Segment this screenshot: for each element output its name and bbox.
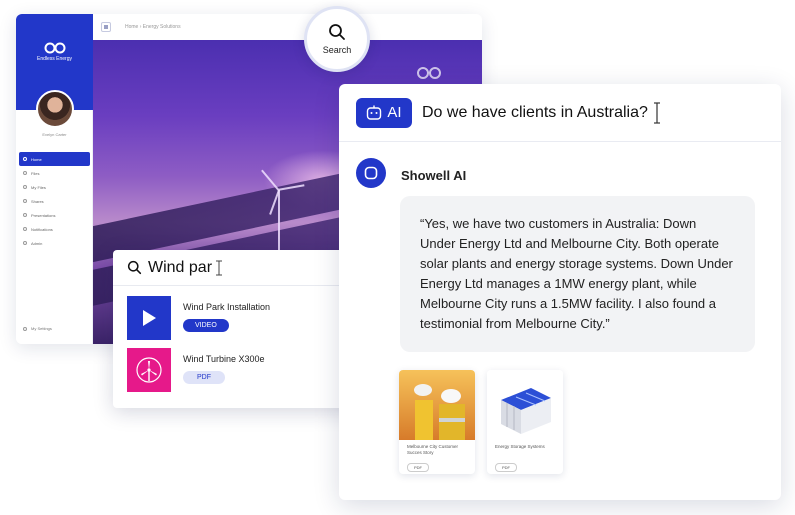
result-title: Wind Park Installation [183, 302, 271, 312]
robot-icon [367, 105, 382, 120]
sidebar-item-home[interactable]: Home [19, 152, 90, 166]
document-title: Melbourne City Customer Succes Story [407, 444, 459, 455]
sidebar-item-settings[interactable]: My Settings [23, 326, 52, 331]
sidebar-item-label: Admin [31, 240, 43, 246]
search-icon [127, 260, 142, 275]
play-icon [143, 310, 156, 326]
sidebar-item-label: Files [31, 170, 40, 176]
result-type-badge: PDF [183, 371, 225, 384]
breadcrumb: Home › Energy Solutions [125, 24, 181, 30]
presentation-icon [23, 213, 27, 217]
sidebar-item-label: Home [31, 156, 42, 162]
ai-badge-label: AI [387, 104, 402, 121]
search-icon [329, 24, 345, 40]
search-input[interactable]: Wind par [113, 250, 367, 286]
sidebar-item-label: My Files [31, 184, 46, 190]
menu-toggle-button[interactable] [101, 22, 111, 32]
document-title: Energy Storage Systems [495, 444, 545, 449]
wind-turbine-icon [136, 357, 162, 383]
search-result-item[interactable]: Wind Turbine X300e PDF [127, 348, 265, 392]
sidebar-nav: Home Files My Files Shares Presentations… [19, 152, 90, 250]
chat-question-input[interactable]: Do we have clients in Australia? [422, 104, 648, 122]
avatar[interactable] [36, 90, 74, 128]
document-thumbnail [399, 370, 475, 440]
result-type-badge: VIDEO [183, 319, 229, 332]
user-name: Evelyn Carter [42, 132, 67, 137]
ai-answer-bubble: “Yes, we have two customers in Australia… [400, 196, 755, 352]
sidebar-item-label: My Settings [31, 326, 52, 331]
brand-logo-icon [417, 67, 441, 79]
search-button-label: Search [322, 45, 352, 55]
text-cursor-icon [653, 101, 660, 124]
gear-icon [23, 326, 27, 331]
file-icon [23, 185, 27, 189]
document-card[interactable]: Melbourne City Customer Succes Story PDF [399, 370, 475, 474]
sidebar-item-notifications[interactable]: Notifications [19, 222, 90, 236]
document-type-tag: PDF [495, 463, 517, 472]
result-thumbnail [127, 348, 171, 392]
document-card[interactable]: Energy Storage Systems PDF [487, 370, 563, 474]
sidebar-item-admin[interactable]: Admin [19, 236, 90, 250]
sidebar-item-files[interactable]: Files [19, 166, 90, 180]
brand-name: Endless Energy [36, 56, 73, 62]
sidebar: Endless Energy Evelyn Carter Home Files … [16, 14, 93, 344]
result-title: Wind Turbine X300e [183, 354, 265, 364]
ai-badge: AI [356, 97, 412, 128]
search-query: Wind par [148, 258, 213, 276]
sidebar-item-label: Presentations [31, 212, 56, 218]
document-thumbnail [487, 370, 563, 440]
sidebar-item-label: Notifications [31, 226, 53, 232]
home-icon [23, 157, 27, 161]
bell-icon [23, 227, 27, 231]
chat-bubble-icon [364, 166, 378, 180]
share-icon [23, 199, 27, 203]
ai-chat-panel: AI Do we have clients in Australia? Show… [339, 84, 781, 500]
sidebar-item-shares[interactable]: Shares [19, 194, 90, 208]
brand-logo-icon [44, 42, 66, 54]
result-thumbnail [127, 296, 171, 340]
search-popup: Wind par ✕ Wind Park Installation VIDEO [113, 250, 367, 408]
sidebar-item-my-files[interactable]: My Files [19, 180, 90, 194]
search-result-item[interactable]: Wind Park Installation VIDEO [127, 296, 270, 340]
text-cursor-icon [216, 260, 223, 275]
bot-name: Showell AI [401, 168, 467, 183]
bot-avatar [356, 158, 386, 188]
folder-icon [23, 171, 27, 175]
menu-icon [104, 25, 108, 29]
top-bar: Home › Energy Solutions [93, 14, 482, 40]
sidebar-item-label: Shares [31, 198, 44, 204]
search-button[interactable]: Search [304, 6, 370, 72]
sidebar-item-presentations[interactable]: Presentations [19, 208, 90, 222]
document-type-tag: PDF [407, 463, 429, 472]
chat-header: AI Do we have clients in Australia? [339, 84, 781, 142]
admin-icon [23, 241, 27, 245]
